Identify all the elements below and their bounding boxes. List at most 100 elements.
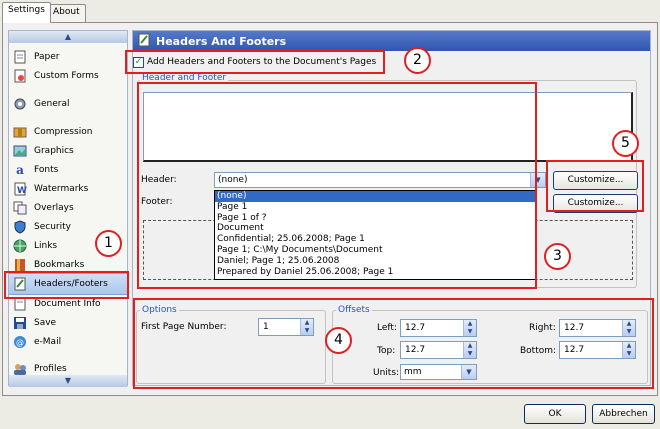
sidebar-item-general[interactable]: General bbox=[9, 94, 127, 113]
fonts-icon: a bbox=[16, 162, 24, 177]
dropdown-option[interactable]: Document bbox=[215, 223, 535, 234]
top-offset-value: 12.7 bbox=[405, 345, 426, 355]
sidebar-item-headers-footers[interactable]: Headers/Footers bbox=[9, 273, 127, 295]
sidebar-item-label: Bookmarks bbox=[34, 259, 85, 270]
left-offset-input[interactable]: 12.7 ▲ ▼ bbox=[400, 319, 477, 337]
header-label: Header: bbox=[141, 175, 177, 185]
sidebar-scroll-up-button[interactable]: ▲ bbox=[9, 31, 127, 43]
sidebar-item-label: Overlays bbox=[34, 202, 74, 213]
sidebar-item-label: Compression bbox=[34, 126, 93, 137]
spin-arrows-icon[interactable]: ▲ ▼ bbox=[463, 320, 476, 336]
custom-forms-icon bbox=[12, 68, 28, 84]
sidebar-item-label: Paper bbox=[34, 51, 60, 62]
watermarks-icon: W bbox=[12, 181, 28, 197]
sidebar-item-label: Headers/Footers bbox=[34, 279, 108, 289]
dropdown-option[interactable]: Prepared by Daniel 25.06.2008; Page 1 bbox=[215, 267, 535, 278]
dropdown-option[interactable]: Page 1 bbox=[215, 202, 535, 213]
units-label: Units: bbox=[373, 368, 400, 378]
first-page-number-label: First Page Number: bbox=[141, 322, 227, 332]
sidebar-item-paper[interactable]: Paper bbox=[9, 47, 127, 66]
compression-icon bbox=[12, 124, 28, 140]
callout-5: 5 bbox=[612, 130, 639, 157]
units-select-value: mm bbox=[404, 367, 422, 377]
spin-arrows-icon[interactable]: ▲ ▼ bbox=[463, 342, 476, 358]
first-page-number-input[interactable]: 1 ▲ ▼ bbox=[258, 318, 314, 336]
dropdown-option[interactable]: Page 1; C:\My Documents\Document bbox=[215, 245, 535, 256]
general-icon bbox=[12, 96, 28, 112]
document-info-icon bbox=[12, 296, 28, 312]
spin-arrows-icon[interactable]: ▲ ▼ bbox=[622, 320, 635, 336]
add-headers-footers-checkbox[interactable]: ✓ bbox=[133, 57, 144, 68]
bookmarks-icon bbox=[12, 257, 28, 273]
sidebar-item-label: Profiles bbox=[34, 363, 67, 374]
chevron-down-icon[interactable]: ▼ bbox=[530, 173, 545, 187]
units-select[interactable]: mm ▼ bbox=[400, 364, 477, 380]
top-offset-label: Top: bbox=[377, 346, 396, 356]
right-offset-value: 12.7 bbox=[564, 323, 585, 333]
sidebar-item-bookmarks[interactable]: Bookmarks bbox=[9, 255, 127, 274]
overlays-icon bbox=[12, 200, 28, 216]
dropdown-option[interactable]: Confidential; 25.06.2008; Page 1 bbox=[215, 234, 535, 245]
sidebar-item-email[interactable]: @ e-Mail bbox=[9, 332, 127, 351]
headers-footers-icon bbox=[12, 276, 28, 292]
tab-about[interactable]: About bbox=[47, 4, 86, 22]
ok-button[interactable]: OK bbox=[524, 404, 586, 424]
dropdown-option[interactable]: (none) bbox=[215, 191, 535, 202]
header-preview bbox=[143, 92, 633, 162]
sidebar-item-label: Watermarks bbox=[34, 183, 89, 194]
chevron-down-icon[interactable]: ▼ bbox=[461, 365, 476, 379]
sidebar-item-label: Custom Forms bbox=[34, 70, 99, 81]
headers-footers-icon bbox=[137, 33, 153, 49]
svg-text:@: @ bbox=[16, 338, 24, 347]
offsets-group-title: Offsets bbox=[336, 305, 372, 315]
header-select-value: (none) bbox=[218, 175, 248, 185]
sidebar-item-document-info[interactable]: Document Info bbox=[9, 294, 127, 313]
tab-settings[interactable]: Settings bbox=[2, 2, 51, 23]
sidebar-item-compression[interactable]: Compression bbox=[9, 122, 127, 141]
bottom-offset-label: Bottom: bbox=[520, 346, 557, 356]
sidebar-item-watermarks[interactable]: W Watermarks bbox=[9, 179, 127, 198]
sidebar-scroll-down-button[interactable]: ▼ bbox=[9, 375, 127, 387]
customize-footer-button[interactable]: Customize... bbox=[553, 194, 638, 213]
left-offset-label: Left: bbox=[377, 323, 397, 333]
dropdown-option[interactable]: Daniel; Page 1; 25.06.2008 bbox=[215, 256, 535, 267]
sidebar-item-graphics[interactable]: Graphics bbox=[9, 141, 127, 160]
spin-arrows-icon[interactable]: ▲ ▼ bbox=[300, 319, 313, 335]
callout-3: 3 bbox=[544, 243, 571, 270]
sidebar: ▲ Paper Custom Forms General Compression… bbox=[8, 30, 128, 387]
security-icon bbox=[12, 219, 28, 235]
right-offset-input[interactable]: 12.7 ▲ ▼ bbox=[559, 319, 636, 337]
sidebar-item-custom-forms[interactable]: Custom Forms bbox=[9, 66, 127, 85]
paper-icon bbox=[12, 49, 28, 65]
dropdown-option[interactable]: Page 1 of ? bbox=[215, 213, 535, 224]
bottom-offset-value: 12.7 bbox=[564, 345, 585, 355]
sidebar-item-label: Graphics bbox=[34, 145, 74, 156]
sidebar-item-label: Document Info bbox=[34, 298, 101, 309]
sidebar-item-overlays[interactable]: Overlays bbox=[9, 198, 127, 217]
footer-label: Footer: bbox=[141, 197, 173, 207]
callout-2: 2 bbox=[404, 47, 431, 74]
sidebar-item-fonts[interactable]: a Fonts bbox=[9, 160, 127, 179]
left-offset-value: 12.7 bbox=[405, 323, 426, 333]
sidebar-item-label: e-Mail bbox=[34, 336, 62, 347]
sidebar-item-save[interactable]: Save bbox=[9, 313, 127, 332]
links-icon bbox=[12, 238, 28, 254]
header-select[interactable]: (none) ▼ bbox=[214, 172, 546, 188]
callout-1: 1 bbox=[95, 230, 122, 257]
bottom-offset-input[interactable]: 12.7 ▲ ▼ bbox=[559, 341, 636, 359]
cancel-button[interactable]: Abbrechen bbox=[592, 404, 655, 424]
panel-title-bar: Headers And Footers bbox=[133, 31, 650, 51]
email-icon: @ bbox=[12, 334, 28, 350]
sidebar-item-label: Save bbox=[34, 317, 57, 328]
spin-arrows-icon[interactable]: ▲ ▼ bbox=[622, 342, 635, 358]
add-headers-footers-label: Add Headers and Footers to the Document'… bbox=[147, 57, 377, 67]
first-page-number-value: 1 bbox=[263, 322, 269, 332]
right-offset-label: Right: bbox=[529, 323, 556, 333]
sidebar-item-label: Links bbox=[34, 240, 58, 251]
header-dropdown-list: (none) Page 1 Page 1 of ? Document Confi… bbox=[214, 190, 536, 280]
top-offset-input[interactable]: 12.7 ▲ ▼ bbox=[400, 341, 477, 359]
sidebar-item-label: General bbox=[34, 98, 70, 109]
sidebar-item-label: Fonts bbox=[34, 164, 59, 175]
svg-text:W: W bbox=[17, 186, 27, 196]
customize-header-button[interactable]: Customize... bbox=[553, 171, 638, 190]
